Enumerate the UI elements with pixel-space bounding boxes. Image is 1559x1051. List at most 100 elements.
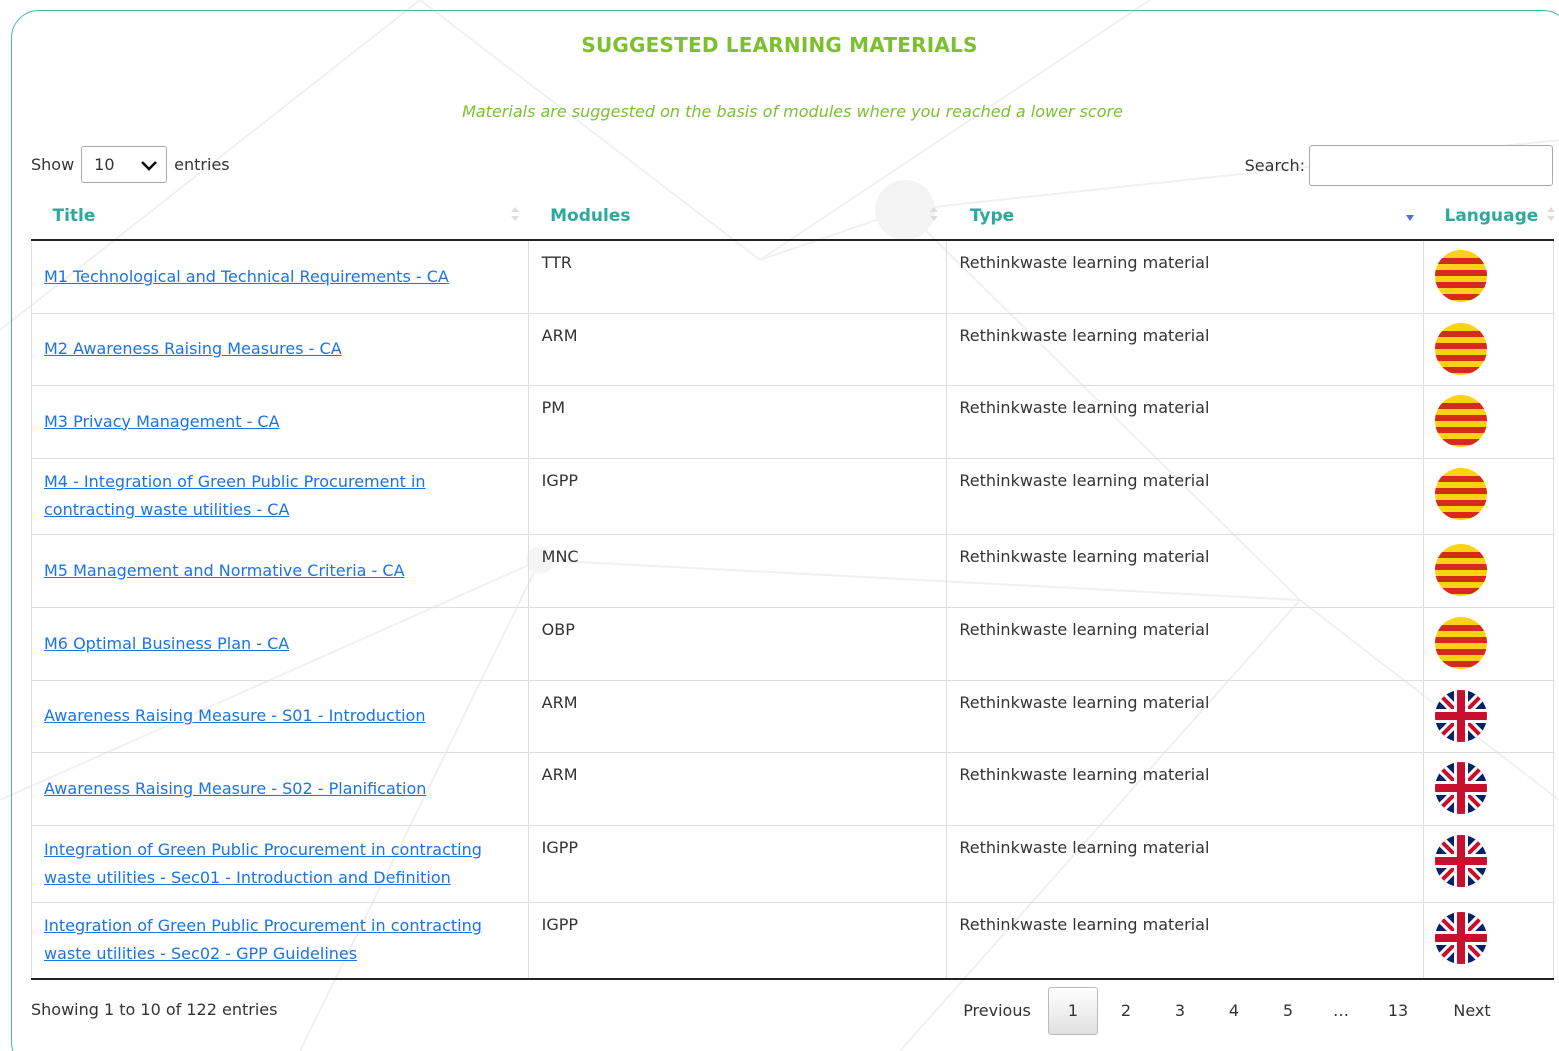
pagination-page-3[interactable]: 3 [1160,987,1200,1035]
cell-language [1423,312,1555,385]
entries-label: entries [174,155,230,174]
material-link[interactable]: M6 Optimal Business Plan - CA [44,634,289,653]
cell-title: M1 Technological and Technical Requireme… [31,239,529,313]
cell-module: MNC [528,533,948,607]
cell-title: M2 Awareness Raising Measures - CA [31,312,529,385]
materials-table: Title Modules Type Language M1 Technolog… [31,193,1555,980]
pagination-page-1[interactable]: 1 [1048,987,1098,1035]
show-label: Show [31,155,75,174]
cell-language [1423,533,1555,607]
page-subtitle: Materials are suggested on the basis of … [462,102,1123,121]
catalan-flag-icon [1434,467,1487,520]
cell-module: ARM [528,679,948,752]
catalan-flag-icon [1434,543,1487,596]
material-link[interactable]: Awareness Raising Measure - S02 - Planif… [44,779,426,798]
cell-language [1423,901,1555,980]
search-label: Search: [1244,156,1305,175]
material-link[interactable]: M3 Privacy Management - CA [44,412,280,431]
cell-language [1423,751,1555,825]
table-info: Showing 1 to 10 of 122 entries [31,1000,278,1019]
cell-language [1423,679,1555,752]
catalan-flag-icon [1434,250,1487,302]
cell-type: Rethinkwaste learning material [946,751,1424,825]
cell-type: Rethinkwaste learning material [946,606,1424,680]
material-link[interactable]: Awareness Raising Measure - S01 - Introd… [44,706,425,725]
cell-type: Rethinkwaste learning material [946,533,1424,607]
catalan-flag-icon [1434,394,1487,447]
cell-language [1423,384,1555,458]
cell-module: ARM [528,751,948,825]
sort-both-icon [1546,207,1555,221]
chevron-down-icon [141,160,158,171]
uk-flag-icon [1434,761,1487,814]
material-link[interactable]: M4 - Integration of Green Public Procure… [44,472,426,519]
cell-title: M6 Optimal Business Plan - CA [31,606,529,680]
table-row: M4 - Integration of Green Public Procure… [31,457,1555,534]
table-row: Integration of Green Public Procurement … [31,901,1555,980]
pagination-page-5[interactable]: 5 [1268,987,1308,1035]
cell-title: Integration of Green Public Procurement … [31,824,529,902]
material-link[interactable]: M5 Management and Normative Criteria - C… [44,561,405,580]
table-row: M5 Management and Normative Criteria - C… [31,533,1555,607]
table-row: Integration of Green Public Procurement … [31,824,1555,902]
sort-both-icon [511,207,520,221]
search-input[interactable] [1309,145,1553,186]
pagination-next[interactable]: Next [1437,987,1507,1035]
uk-flag-icon [1434,834,1487,887]
table-row: Awareness Raising Measure - S01 - Introd… [31,679,1555,752]
cell-type: Rethinkwaste learning material [946,901,1424,980]
cell-title: M4 - Integration of Green Public Procure… [31,457,529,534]
uk-flag-icon [1434,911,1487,964]
cell-module: IGPP [528,901,948,980]
pagination-page-13[interactable]: 13 [1378,987,1418,1035]
cell-language [1423,606,1555,680]
column-header-title[interactable]: Title [31,193,529,241]
column-header-modules[interactable]: Modules [528,193,947,241]
cell-language [1423,457,1555,534]
cell-language [1423,239,1555,313]
material-link[interactable]: Integration of Green Public Procurement … [44,840,482,887]
cell-type: Rethinkwaste learning material [946,824,1424,902]
catalan-flag-icon [1434,322,1487,375]
sort-both-icon [929,207,938,221]
cell-title: Awareness Raising Measure - S01 - Introd… [31,679,529,752]
page-length-select[interactable]: 10 [81,146,168,183]
pagination-page-2[interactable]: 2 [1106,987,1146,1035]
pagination-previous[interactable]: Previous [959,987,1035,1035]
cell-module: IGPP [528,457,948,534]
uk-flag-icon [1434,689,1487,742]
material-link[interactable]: Integration of Green Public Procurement … [44,916,482,963]
cell-type: Rethinkwaste learning material [946,239,1424,313]
column-header-type[interactable]: Type [946,193,1424,241]
material-link[interactable]: M1 Technological and Technical Requireme… [44,267,449,286]
table-row: M1 Technological and Technical Requireme… [31,239,1555,313]
table-row: M6 Optimal Business Plan - CA OBP Rethinkw… [31,606,1555,680]
table-row: M2 Awareness Raising Measures - CA ARM Ret… [31,312,1555,385]
cell-type: Rethinkwaste learning material [946,384,1424,458]
catalan-flag-icon [1434,616,1487,669]
cell-type: Rethinkwaste learning material [946,312,1424,385]
table-row: Awareness Raising Measure - S02 - Planif… [31,751,1555,825]
column-header-language[interactable]: Language [1423,193,1555,241]
page-title: SUGGESTED LEARNING MATERIALS [581,33,978,57]
cell-module: IGPP [528,824,948,902]
cell-title: M3 Privacy Management - CA [31,384,529,458]
page-length-value: 10 [94,155,115,174]
pagination-ellipsis: … [1333,1001,1349,1020]
material-link[interactable]: M2 Awareness Raising Measures - CA [44,339,342,358]
cell-title: Awareness Raising Measure - S02 - Planif… [31,751,529,825]
cell-title: M5 Management and Normative Criteria - C… [31,533,529,607]
page-length-control: Show 10 entries [31,146,230,183]
cell-module: PM [528,384,948,458]
sort-desc-icon [1406,215,1415,221]
search-control: Search: [1245,145,1553,186]
pagination-page-4[interactable]: 4 [1214,987,1254,1035]
table-header-row: Title Modules Type Language [31,193,1555,241]
cell-title: Integration of Green Public Procurement … [31,901,529,980]
cell-module: ARM [528,312,948,385]
cell-module: OBP [528,606,948,680]
cell-module: TTR [528,239,948,313]
cell-language [1423,824,1555,902]
cell-type: Rethinkwaste learning material [946,679,1424,752]
table-row: M3 Privacy Management - CA PM Rethinkwaste… [31,384,1555,458]
